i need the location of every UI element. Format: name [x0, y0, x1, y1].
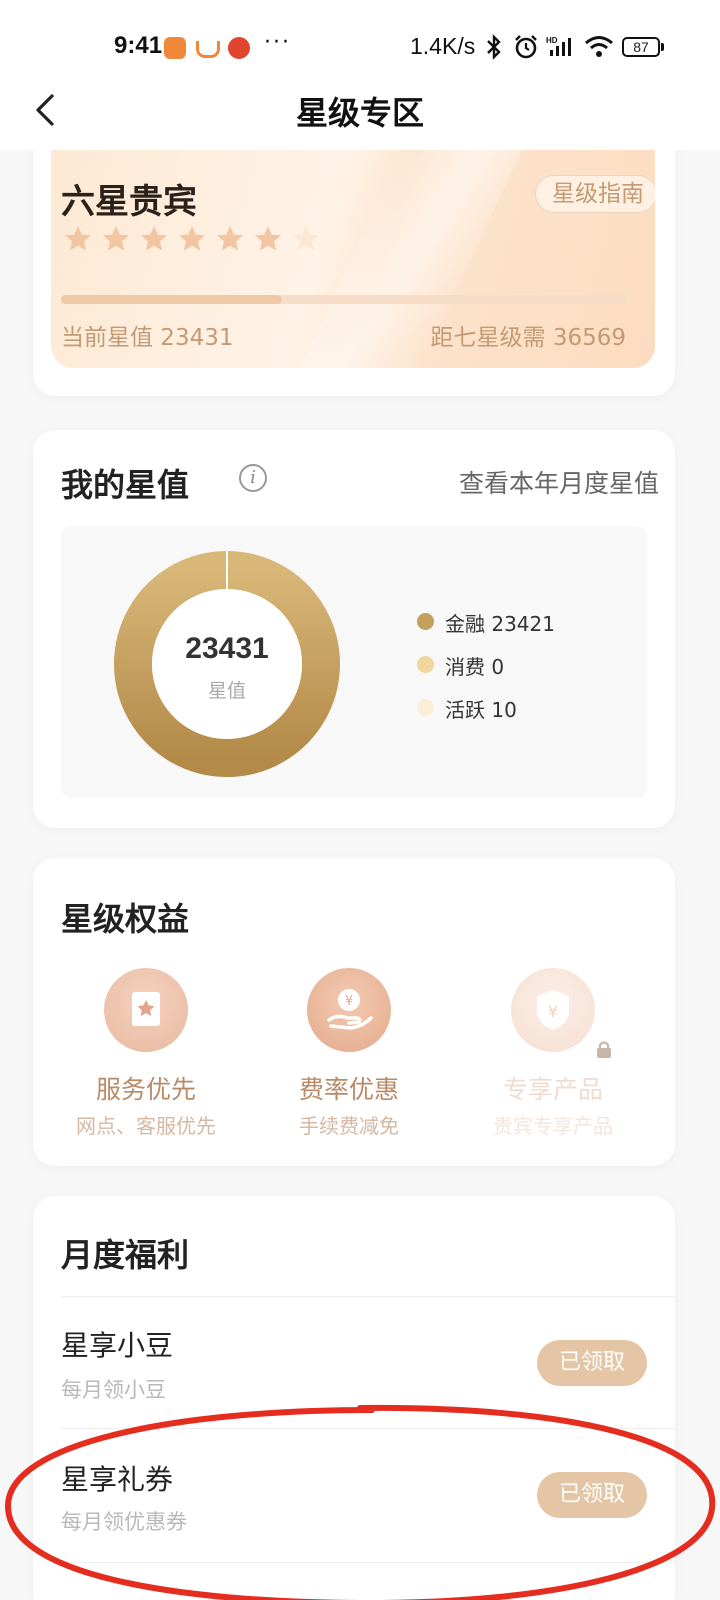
- level-name: 六星贵宾: [61, 182, 197, 222]
- star-filled-icon: [141, 226, 167, 251]
- right-desc-exclusive-products: 贵宾专享产品: [493, 1114, 613, 1138]
- star-guide-button[interactable]: 星级指南: [535, 175, 655, 213]
- status-time: 9:41: [114, 32, 163, 59]
- my-star-value-card: 我的星值 i 查看本年月度星值 23431 星值 金融 23421 消费 0 活…: [33, 430, 675, 828]
- claimed-button-star-coupons[interactable]: 已领取: [537, 1472, 647, 1518]
- app-icon-1: [164, 37, 186, 59]
- star-filled-icon: [255, 226, 281, 251]
- screen: 9:41 ··· 1.4K/s HD 87 六星贵宾 星级指南 当前星值 234…: [0, 0, 720, 1600]
- right-desc-fee-discount: 手续费减免: [299, 1114, 399, 1138]
- star-filled-icon: [103, 226, 129, 251]
- legend-dot-activity: [417, 699, 434, 716]
- star-empty-icon: [293, 226, 319, 251]
- star-level-card: 六星贵宾 星级指南 当前星值 23431 距七星级需 36569: [33, 110, 675, 396]
- view-yearly-monthly-value-link[interactable]: 查看本年月度星值: [459, 464, 659, 500]
- battery-icon: 87: [622, 37, 660, 57]
- svg-text:¥: ¥: [345, 994, 353, 1009]
- page-title: 星级专区: [295, 94, 424, 132]
- battery-cap: [661, 43, 664, 51]
- bluetooth-icon: [487, 34, 501, 60]
- svg-text:¥: ¥: [548, 1002, 558, 1021]
- right-item-fee-discount[interactable]: ¥ 费率优惠 手续费减免: [249, 968, 449, 1139]
- app-icon-3: [228, 37, 250, 59]
- legend-label-consumption: 消费 0: [445, 655, 505, 679]
- star-progress-fill: [61, 295, 282, 304]
- right-name-exclusive-products: 专享产品: [502, 1075, 603, 1104]
- right-item-service-priority[interactable]: 服务优先 网点、客服优先: [46, 968, 246, 1139]
- welfare-sub-star-coupons: 每月领优惠券: [61, 1510, 187, 1534]
- legend-dot-finance: [417, 613, 434, 630]
- star-progress-track: [61, 295, 627, 304]
- star-filled-icon: [179, 226, 205, 251]
- right-desc-service-priority: 网点、客服优先: [76, 1114, 216, 1138]
- next-level-requirement: 距七星级需 36569: [430, 325, 626, 351]
- ticket-star-icon: [104, 968, 188, 1052]
- lock-icon: [597, 1041, 611, 1058]
- star-filled-icon: [217, 226, 243, 251]
- welfare-title-star-beans: 星享小豆: [61, 1329, 174, 1362]
- info-icon[interactable]: i: [239, 464, 267, 492]
- svg-text:HD: HD: [546, 36, 558, 45]
- star-rating: [63, 224, 321, 254]
- shield-yen-icon: ¥: [511, 968, 611, 1058]
- divider: [61, 1562, 675, 1563]
- current-star-value: 当前星值 23431: [61, 325, 234, 351]
- battery-level: 87: [633, 39, 649, 55]
- rights-list: 服务优先 网点、客服优先 ¥ 费率优惠 手续费减免 ¥ 专享产品 贵宾专享产品: [33, 968, 675, 1148]
- star-filled-icon: [65, 226, 91, 251]
- legend-label-activity: 活跃 10: [445, 698, 517, 722]
- welfare-sub-star-beans: 每月领小豆: [61, 1378, 166, 1402]
- alarm-icon: [515, 35, 537, 59]
- claimed-button-star-beans[interactable]: 已领取: [537, 1340, 647, 1386]
- right-item-exclusive-products[interactable]: ¥ 专享产品 贵宾专享产品: [453, 968, 653, 1139]
- nav-bar: 星级专区: [0, 70, 720, 150]
- donut-total-value: 23431: [185, 632, 269, 665]
- more-notifications-icon: ···: [264, 30, 291, 55]
- monthly-welfare-title: 月度福利: [61, 1236, 190, 1274]
- right-name-service-priority: 服务优先: [95, 1075, 196, 1104]
- legend-dot-consumption: [417, 656, 434, 673]
- my-star-value-title: 我的星值: [61, 466, 190, 504]
- donut-total-label: 星值: [207, 680, 246, 702]
- right-name-fee-discount: 费率优惠: [298, 1075, 399, 1104]
- hand-coin-icon: ¥: [307, 968, 391, 1052]
- net-speed: 1.4K/s: [410, 33, 476, 59]
- welfare-title-star-coupons: 星享礼券: [61, 1463, 174, 1496]
- signal-icon: HD: [546, 36, 571, 56]
- star-rights-title: 星级权益: [61, 900, 190, 938]
- app-icon-2: [196, 41, 220, 58]
- monthly-welfare-card: 月度福利 星享小豆 每月领小豆 已领取 星享礼券 每月领优惠券 已领取: [33, 1196, 675, 1600]
- star-value-chart: 23431 星值 金融 23421 消费 0 活跃 10: [61, 526, 647, 798]
- wifi-icon: [585, 36, 613, 57]
- divider: [61, 1428, 675, 1429]
- star-rights-card: 星级权益 服务优先 网点、客服优先 ¥ 费率优惠 手续费减免 ¥ 专享产品 贵宾…: [33, 858, 675, 1166]
- legend-label-finance: 金融 23421: [445, 612, 555, 636]
- star-level-banner: 六星贵宾 星级指南 当前星值 23431 距七星级需 36569: [51, 150, 655, 368]
- divider: [61, 1296, 675, 1297]
